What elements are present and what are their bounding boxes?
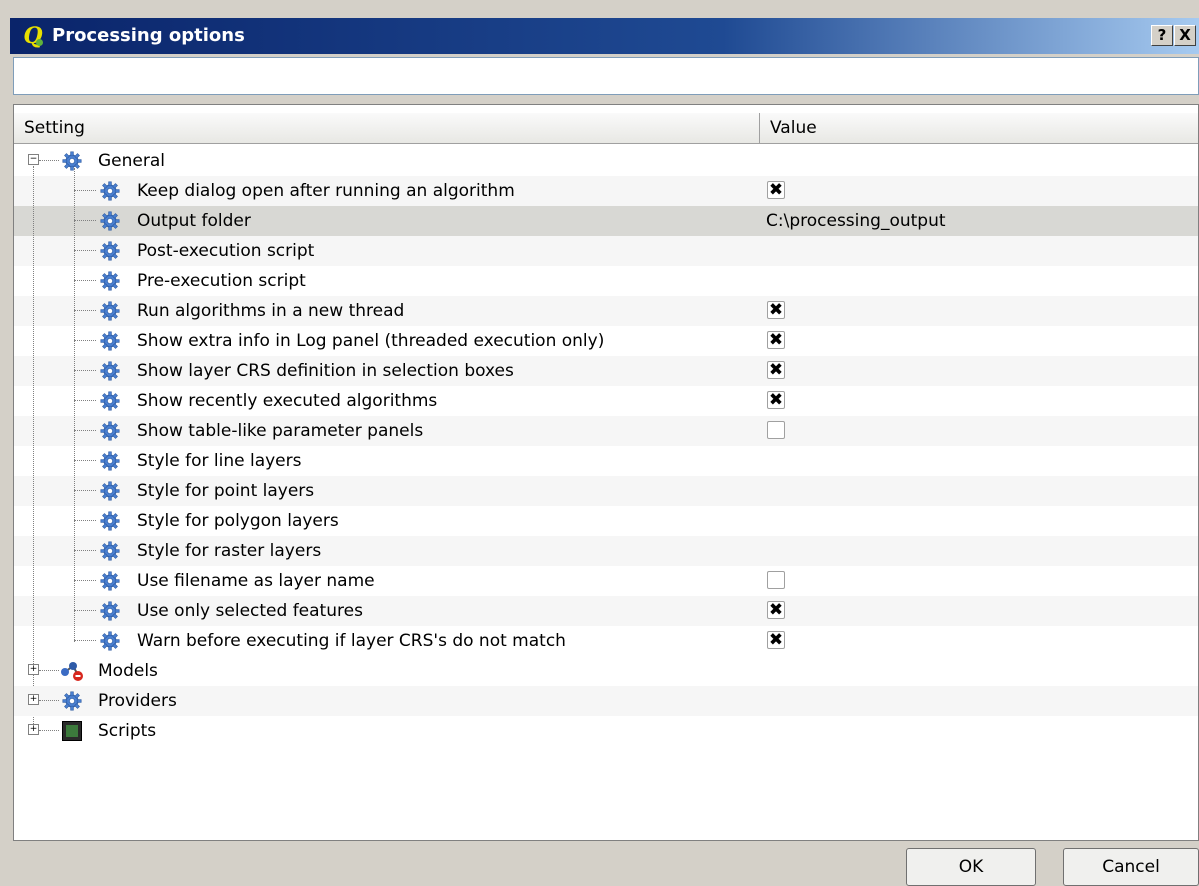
- tree-row[interactable]: Show recently executed algorithms ✖: [14, 386, 1198, 416]
- setting-value[interactable]: C:\processing_output: [766, 206, 946, 236]
- setting-label: Post-execution script: [137, 241, 315, 261]
- setting-label: Style for raster layers: [137, 541, 322, 561]
- tree-item-label: Models: [98, 661, 158, 681]
- tree-row[interactable]: Style for raster layers: [14, 536, 1198, 566]
- gear-icon: [62, 691, 82, 711]
- tree-row[interactable]: Style for point layers: [14, 476, 1198, 506]
- tree-group-providers[interactable]: + Providers: [14, 686, 1198, 716]
- gear-icon: [100, 331, 120, 351]
- expand-icon[interactable]: +: [28, 694, 39, 705]
- gear-icon: [62, 151, 82, 171]
- tree-header: Setting Value: [14, 113, 1198, 144]
- qgis-logo-icon: Q: [23, 23, 43, 49]
- expand-icon[interactable]: +: [28, 664, 39, 675]
- title-bar: Q Processing options ? X: [10, 18, 1199, 54]
- tree-row[interactable]: Output folder C:\processing_output: [14, 206, 1198, 236]
- terminal-icon: [62, 721, 82, 741]
- tree-row[interactable]: Keep dialog open after running an algori…: [14, 176, 1198, 206]
- gear-icon: [100, 601, 120, 621]
- tree-row[interactable]: Show table-like parameter panels: [14, 416, 1198, 446]
- tree-row[interactable]: Show extra info in Log panel (threaded e…: [14, 326, 1198, 356]
- gear-icon: [100, 421, 120, 441]
- setting-label: Show table-like parameter panels: [137, 421, 424, 441]
- checkbox-checked[interactable]: ✖: [767, 181, 785, 199]
- gear-icon: [100, 271, 120, 291]
- gear-icon: [100, 181, 120, 201]
- gear-icon: [100, 511, 120, 531]
- ok-button[interactable]: OK: [906, 848, 1036, 886]
- setting-label: Style for point layers: [137, 481, 315, 501]
- tree-row[interactable]: Show layer CRS definition in selection b…: [14, 356, 1198, 386]
- tree-row[interactable]: Use only selected features ✖: [14, 596, 1198, 626]
- checkbox-unchecked[interactable]: [767, 421, 785, 439]
- checkbox-checked[interactable]: ✖: [767, 301, 785, 319]
- search-input[interactable]: [13, 57, 1199, 95]
- tree-row[interactable]: Style for polygon layers: [14, 506, 1198, 536]
- expand-icon[interactable]: +: [28, 724, 39, 735]
- gear-icon: [100, 241, 120, 261]
- models-icon: [60, 660, 84, 682]
- tree-item-label: Providers: [98, 691, 177, 711]
- setting-label: Warn before executing if layer CRS's do …: [137, 631, 566, 651]
- setting-column-header[interactable]: Setting: [14, 113, 760, 143]
- tree-row[interactable]: Run algorithms in a new thread ✖: [14, 296, 1198, 326]
- tree-row[interactable]: Post-execution script: [14, 236, 1198, 266]
- tree-row[interactable]: Use filename as layer name: [14, 566, 1198, 596]
- setting-label: Use only selected features: [137, 601, 363, 621]
- close-button[interactable]: X: [1174, 25, 1196, 46]
- gear-icon: [100, 631, 120, 651]
- gear-icon: [100, 211, 120, 231]
- setting-label: Output folder: [137, 211, 251, 231]
- tree-row[interactable]: Style for line layers: [14, 446, 1198, 476]
- gear-icon: [100, 571, 120, 591]
- gear-icon: [100, 391, 120, 411]
- cancel-button[interactable]: Cancel: [1063, 848, 1199, 886]
- setting-label: Run algorithms in a new thread: [137, 301, 405, 321]
- settings-tree[interactable]: Setting Value − General Keep dialog open a…: [13, 104, 1199, 841]
- checkbox-unchecked[interactable]: [767, 571, 785, 589]
- tree-row[interactable]: Warn before executing if layer CRS's do …: [14, 626, 1198, 656]
- setting-label: Keep dialog open after running an algori…: [137, 181, 515, 201]
- tree-group-general[interactable]: − General: [14, 146, 1198, 176]
- gear-icon: [100, 301, 120, 321]
- tree-group-models[interactable]: + Models: [14, 656, 1198, 686]
- gear-icon: [100, 541, 120, 561]
- window-title: Processing options: [52, 25, 245, 46]
- value-column-header[interactable]: Value: [760, 113, 1198, 143]
- setting-label: Show extra info in Log panel (threaded e…: [137, 331, 605, 351]
- setting-label: Style for line layers: [137, 451, 302, 471]
- checkbox-checked[interactable]: ✖: [767, 631, 785, 649]
- setting-label: Style for polygon layers: [137, 511, 339, 531]
- setting-label: Show layer CRS definition in selection b…: [137, 361, 514, 381]
- setting-label: Pre-execution script: [137, 271, 306, 291]
- checkbox-checked[interactable]: ✖: [767, 391, 785, 409]
- checkbox-checked[interactable]: ✖: [767, 601, 785, 619]
- setting-label: Show recently executed algorithms: [137, 391, 438, 411]
- gear-icon: [100, 481, 120, 501]
- setting-label: Use filename as layer name: [137, 571, 375, 591]
- tree-item-label: General: [98, 151, 165, 171]
- tree-row[interactable]: Pre-execution script: [14, 266, 1198, 296]
- checkbox-checked[interactable]: ✖: [767, 331, 785, 349]
- tree-group-scripts[interactable]: + Scripts: [14, 716, 1198, 746]
- tree-item-label: Scripts: [98, 721, 157, 741]
- help-button[interactable]: ?: [1151, 25, 1173, 46]
- gear-icon: [100, 361, 120, 381]
- checkbox-checked[interactable]: ✖: [767, 361, 785, 379]
- gear-icon: [100, 451, 120, 471]
- collapse-icon[interactable]: −: [28, 154, 39, 165]
